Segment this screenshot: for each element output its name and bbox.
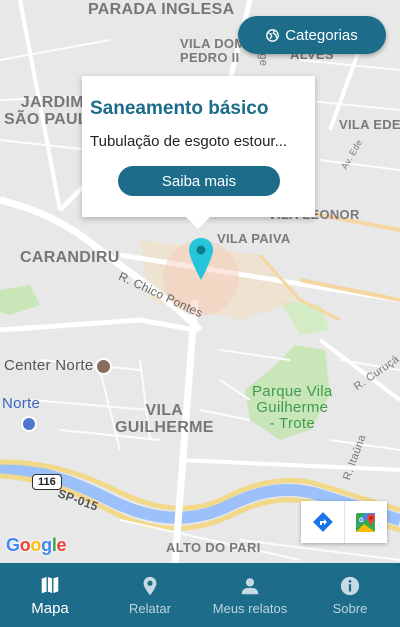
globe-icon xyxy=(266,28,280,42)
nav-item-relatar[interactable]: Relatar xyxy=(100,563,200,627)
map-tools: G xyxy=(301,501,387,543)
open-in-maps-button[interactable]: G xyxy=(344,501,387,543)
shopping-poi-icon[interactable] xyxy=(95,358,112,375)
saiba-mais-button[interactable]: Saiba mais xyxy=(118,166,280,196)
highway-shield-116: 116 xyxy=(32,474,62,490)
info-icon xyxy=(340,576,360,595)
map-label-carandiru: CARANDIRU xyxy=(20,249,120,266)
map-label-vila-guilherme: VILA GUILHERME xyxy=(115,402,214,436)
categorias-button[interactable]: Categorias xyxy=(238,16,386,54)
location-marker-icon[interactable] xyxy=(189,238,213,280)
map-view[interactable]: PARADA INGLESA VILA DOM PEDRO II ALVES r… xyxy=(0,0,400,563)
svg-text:G: G xyxy=(359,518,364,524)
nav-label-relatar: Relatar xyxy=(129,600,171,616)
map-label-alto-do-pari: ALTO DO PARI xyxy=(166,540,261,555)
nav-item-sobre[interactable]: Sobre xyxy=(300,563,400,627)
location-pin-icon xyxy=(143,576,157,595)
map-label-vila-ede: VILA EDE xyxy=(339,117,400,132)
popup-title: Saneamento básico xyxy=(90,98,269,119)
nav-item-mapa[interactable]: Mapa xyxy=(0,563,100,627)
google-maps-icon: G xyxy=(356,513,375,532)
map-label-vila-paiva: VILA PAIVA xyxy=(217,231,291,246)
map-label-parada-inglesa: PARADA INGLESA xyxy=(88,1,235,18)
google-logo: Google xyxy=(6,535,67,555)
map-icon xyxy=(41,576,59,593)
popup-description: Tubulação de esgoto estour... xyxy=(90,133,288,150)
nav-label-meus-relatos: Meus relatos xyxy=(212,600,288,616)
map-label-norte: Norte xyxy=(2,395,41,412)
map-label-parque-vila-guilherme: Parque Vila Guilherme - Trote xyxy=(252,383,333,432)
nav-label-mapa: Mapa xyxy=(31,599,69,617)
directions-icon xyxy=(312,512,333,532)
directions-button[interactable] xyxy=(301,501,344,543)
bottom-navigation: Mapa Relatar Meus relatos Sobre xyxy=(0,563,400,627)
nav-item-meus-relatos[interactable]: Meus relatos xyxy=(200,563,300,627)
map-label-vila-dom-pedro: VILA DOM PEDRO II xyxy=(180,36,246,65)
nav-label-sobre: Sobre xyxy=(332,600,368,616)
transit-poi-icon[interactable] xyxy=(21,416,37,432)
map-label-center-norte: Center Norte xyxy=(4,357,94,374)
person-icon xyxy=(241,577,259,594)
categorias-label: Categorias xyxy=(285,26,358,44)
info-popup[interactable]: Saneamento básico Tubulação de esgoto es… xyxy=(82,76,315,229)
